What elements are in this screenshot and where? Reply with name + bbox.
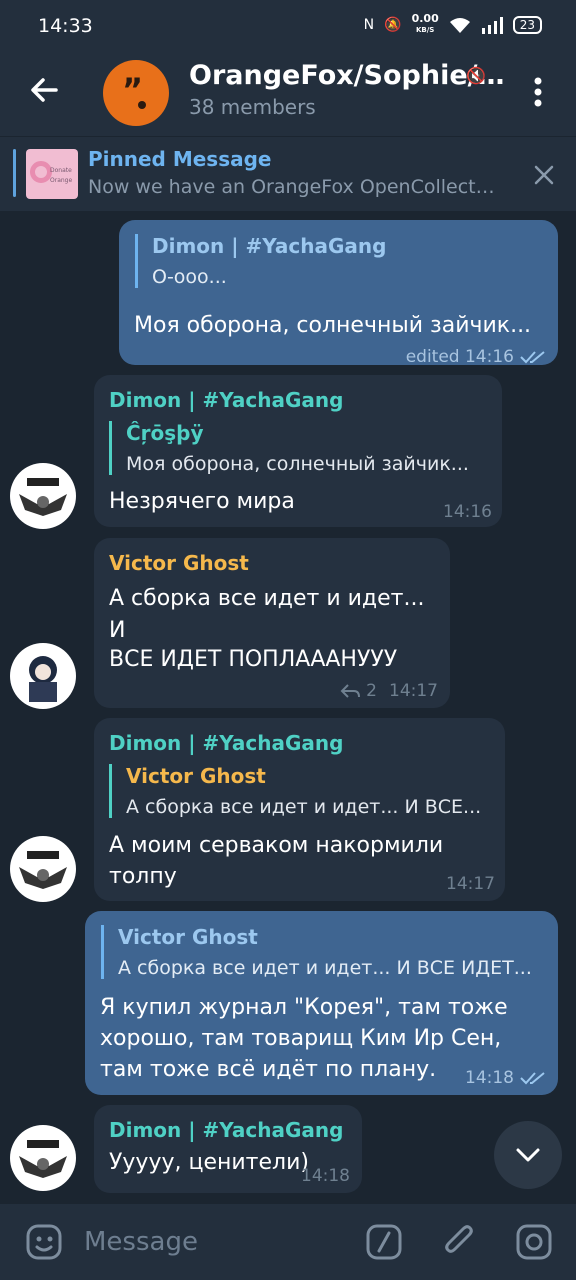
message-bubble-outgoing[interactable]: Victor Ghost А сборка все идет и идет...… (85, 911, 558, 1095)
double-check-icon (520, 351, 545, 364)
members-count: 38 members (189, 95, 316, 119)
sender-name[interactable]: Victor Ghost (109, 551, 249, 575)
pinned-title: Pinned Message (88, 147, 272, 171)
more-options-icon[interactable] (524, 72, 552, 112)
wifi-icon (449, 17, 470, 33)
reply-count: 2 (366, 681, 377, 701)
biker-logo-icon (19, 1140, 67, 1178)
message-text-line: А сборка все идет и идет... (109, 586, 425, 611)
message-list[interactable]: Dimon | #YachaGang О-ооо... Моя оборона,… (0, 211, 576, 1204)
message-bubble[interactable]: Dimon | #YachaGang Ĉŗōşþÿ Моя оборона, с… (94, 375, 502, 527)
attach-icon[interactable] (440, 1222, 480, 1262)
message-text: Моя оборона, солнечный зайчик... (134, 313, 532, 338)
message-time: 14:17 (446, 874, 495, 894)
pinned-message-bar[interactable]: Donate Orange Pinned Message Now we have… (0, 137, 576, 211)
message-text-line: И (109, 618, 126, 643)
network-speed: 0.00 KB/S (411, 12, 439, 34)
close-icon[interactable] (530, 161, 558, 189)
biker-logo-icon (19, 851, 67, 889)
chat-header: ” OrangeFox/Sophie/… 🔇 38 members (0, 48, 576, 136)
scroll-down-button[interactable] (494, 1121, 562, 1189)
message-bubble-outgoing[interactable]: Dimon | #YachaGang О-ооо... Моя оборона,… (119, 220, 558, 367)
status-icons: N 🔕 0.00 KB/S 23 (363, 12, 542, 35)
chat-title[interactable]: OrangeFox/Sophie/… (189, 60, 505, 91)
muted-speaker-icon: 🔇 (466, 66, 486, 85)
battery-icon: 23 (512, 15, 542, 34)
biker-logo-icon (19, 478, 67, 516)
nfc-icon: N (363, 16, 375, 33)
avatar[interactable] (10, 643, 76, 709)
reply-quote[interactable]: Dimon | #YachaGang О-ооо... (135, 234, 386, 288)
message-meta: 2 14:17 (340, 681, 438, 701)
group-avatar[interactable]: ” (103, 60, 169, 126)
double-check-icon (520, 1072, 545, 1085)
message-meta: 14:18 (465, 1068, 546, 1088)
message-input[interactable]: Message (84, 1227, 198, 1257)
message-text: Незрячего мира (109, 489, 295, 514)
anime-avatar-icon (29, 656, 57, 702)
avatar[interactable] (10, 463, 76, 529)
sender-name[interactable]: Dimon | #YachaGang (109, 731, 343, 755)
reply-quote[interactable]: Victor Ghost А сборка все идет и идет...… (101, 925, 532, 979)
message-text-line: ВСЕ ИДЕТ ПОПЛАААНУУУ (109, 647, 398, 672)
avatar[interactable] (10, 1125, 76, 1191)
message-bubble[interactable]: Dimon | #YachaGang Ууууу, ценители) 14:1… (94, 1105, 362, 1193)
message-text-line: толпу (109, 864, 177, 889)
sender-name[interactable]: Dimon | #YachaGang (109, 388, 343, 412)
quote-logo-icon: ” (122, 73, 146, 109)
signal-icon (481, 16, 503, 34)
pinned-text: Now we have an OrangeFox OpenCollect… (88, 176, 495, 198)
message-text-line: Я купил журнал "Корея", там тоже (100, 995, 508, 1020)
pinned-indicator (13, 149, 16, 197)
message-text-line: А моим серваком накормили (109, 833, 444, 858)
camera-icon[interactable] (514, 1222, 554, 1262)
reply-quote[interactable]: Victor Ghost А сборка все идет и идет...… (109, 764, 481, 818)
message-composer: Message (0, 1204, 576, 1280)
chevron-down-icon (516, 1148, 540, 1162)
pinned-thumbnail: Donate Orange (26, 149, 78, 199)
status-time: 14:33 (38, 15, 93, 37)
reply-arrow-icon (340, 684, 361, 698)
avatar[interactable] (10, 836, 76, 902)
message-text-line: хорошо, там товарищ Ким Ир Сен, (100, 1026, 502, 1051)
sender-name[interactable]: Dimon | #YachaGang (109, 1118, 343, 1142)
message-text: Ууууу, ценители) (109, 1150, 309, 1175)
message-time: 14:18 (301, 1166, 350, 1186)
bot-commands-icon[interactable] (364, 1222, 404, 1262)
message-bubble[interactable]: Dimon | #YachaGang Victor Ghost А сборка… (94, 718, 505, 901)
message-bubble[interactable]: Victor Ghost А сборка все идет и идет...… (94, 538, 450, 708)
mute-bell-icon: 🔕 (384, 16, 402, 33)
back-arrow-icon[interactable] (26, 70, 66, 110)
emoji-icon[interactable] (24, 1222, 64, 1262)
message-text-line: там тоже всё идёт по плану. (100, 1057, 437, 1082)
message-meta: edited 14:16 (406, 347, 546, 367)
reply-quote[interactable]: Ĉŗōşþÿ Моя оборона, солнечный зайчик... (109, 421, 469, 475)
status-bar: 14:33 N 🔕 0.00 KB/S 23 (0, 0, 576, 48)
message-time: 14:16 (443, 502, 492, 522)
